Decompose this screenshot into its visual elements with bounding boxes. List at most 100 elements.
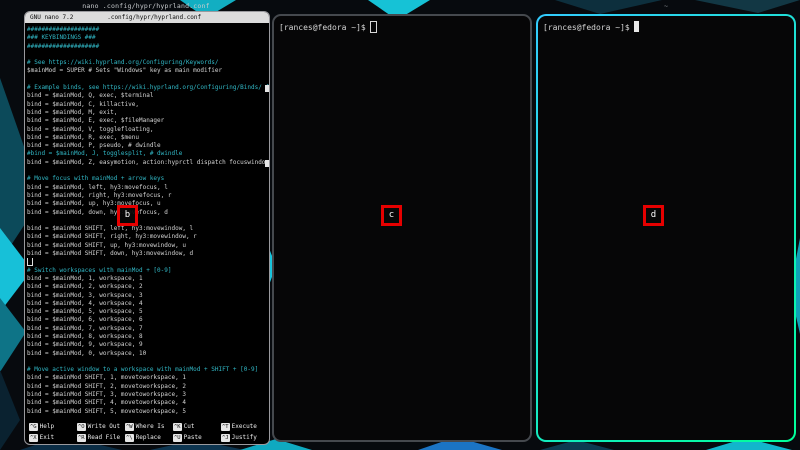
nano-line: #################### [27,26,100,33]
nano-line: bind = $mainMod SHIFT, down, hy3:movewin… [27,250,194,258]
window-hint-b[interactable]: b [117,205,138,226]
prompt-line: [rances@fedora ~]$ [274,16,530,33]
nano-line: bind = $mainMod, down, hy3:movefocus, d [27,208,168,216]
nano-line: bind = $mainMod, 2, workspace, 2 [27,283,143,291]
nano-line: bind = $mainMod SHIFT, 1, movetoworkspac… [27,374,186,382]
right-terminal-border: [rances@fedora ~]$ [536,14,796,442]
nano-shortcut: ^O Write Out [77,422,125,432]
nano-line: #################### [27,42,100,50]
shortcut-key: ^X [29,433,38,442]
nano-line: bind = $mainMod, C, killactive, [27,100,139,108]
shortcut-key: ^K [173,422,182,431]
nano-line: bind = $mainMod, 9, workspace, 9 [27,341,143,349]
nano-line: bind = $mainMod, 5, workspace, 5 [27,308,143,316]
line-overflow-marker [265,159,269,167]
nano-line: bind = $mainMod, 8, workspace, 8 [27,332,143,340]
nano-cursor [27,258,33,267]
nano-line [27,167,269,175]
nano-line: bind = $mainMod SHIFT, left, hy3:movewin… [27,225,194,233]
nano-line: $mainMod = SUPER # Sets "Windows" key as… [27,67,223,75]
nano-line: # Example binds, see https://wiki.hyprla… [27,84,269,93]
nano-line: bind = $mainMod, right, hy3:movefocus, r [27,191,172,199]
shortcut-label: Replace [135,434,161,441]
nano-line: bind = $mainMod, 3, workspace, 3 [27,291,143,299]
shortcut-label: Justify [231,434,257,441]
nano-window-title: nano .config/hypr/hyprland.conf [82,2,210,10]
window-hint-d[interactable]: d [643,205,664,226]
text-cursor-hollow [369,20,377,33]
nano-header-spacer [235,12,269,23]
shortcut-label: Write Out [87,423,121,430]
nano-line: # See https://wiki.hyprland.org/Configur… [27,59,219,67]
nano-line: bind = $mainMod, 0, workspace, 10 [27,349,147,357]
shortcut-key: ^R [77,433,86,442]
nano-line: bind = $mainMod SHIFT, 3, movetoworkspac… [27,391,186,399]
nano-line: bind = $mainMod SHIFT, 2, movetoworkspac… [27,382,186,390]
nano-shortcut: ^G Help [29,422,77,432]
window-hint-c[interactable]: c [381,205,402,226]
nano-shortcut: ^J Justify [221,433,269,443]
nano-shortcut: ^\ Replace [125,433,173,443]
nano-shortcut: ^W Where Is [125,422,173,432]
nano-line: bind = $mainMod, 7, workspace, 7 [27,324,143,332]
right-terminal-window-title: ~ [663,2,669,10]
nano-line [27,217,269,225]
nano-line: # Switch workspaces with mainMod + [0-9] [27,266,172,274]
shortcut-key: ^J [221,433,230,442]
nano-line: # Move focus with mainMod + arrow keys [27,175,165,183]
nano-line: ### KEYBINDINGS ### [27,34,96,42]
shortcut-label: Cut [183,423,195,430]
nano-shortcut: ^K Cut [173,422,221,432]
nano-line: bind = $mainMod, 4, workspace, 4 [27,299,143,307]
shell-prompt: [rances@fedora ~]$ [279,23,366,32]
nano-filename: .config/hypr/hyprland.conf [107,14,202,21]
nano-line [27,76,269,84]
nano-shortcut: ^R Read File [77,433,125,443]
nano-line: bind = $mainMod, 1, workspace, 1 [27,274,143,282]
shortcut-label: Exit [39,434,55,441]
nano-line: bind = $mainMod, E, exec, $fileManager [27,117,165,125]
nano-line: bind = $mainMod SHIFT, right, hy3:movewi… [27,233,197,241]
nano-header-bar: GNU nano 7.2 .config/hypr/hyprland.conf [25,12,269,23]
shortcut-key: ^\ [125,433,134,442]
nano-shortcut: ^U Paste [173,433,221,443]
line-overflow-marker [265,85,269,93]
nano-line [27,358,269,366]
nano-line: #bind = $mainMod, J, togglesplit, # dwin… [27,150,183,158]
middle-terminal-window[interactable]: [rances@fedora ~]$ [272,14,532,442]
nano-editor-body[interactable]: #################### ### KEYBINDINGS ### #… [25,23,269,421]
shortcut-key: ^W [125,422,134,431]
shortcut-key: ^O [77,422,86,431]
nano-line: bind = $mainMod, P, pseudo, # dwindle [27,142,161,150]
shell-prompt: [rances@fedora ~]$ [543,23,630,32]
nano-line: bind = $mainMod, R, exec, $menu [27,133,139,141]
nano-line: bind = $mainMod, M, exit, [27,108,118,116]
shortcut-label: Help [39,423,55,430]
nano-line: bind = $mainMod, 6, workspace, 6 [27,316,143,324]
nano-line: # Move active window to a workspace with… [27,366,259,374]
shortcut-key: ^G [29,422,38,431]
shortcut-label: Paste [183,434,202,441]
nano-line: bind = $mainMod SHIFT, 5, movetoworkspac… [27,407,186,415]
nano-line: bind = $mainMod SHIFT, 4, movetoworkspac… [27,399,186,407]
right-terminal-window[interactable]: [rances@fedora ~]$ [538,16,794,440]
nano-line [27,51,269,59]
nano-line: bind = $mainMod, left, hy3:movefocus, l [27,183,168,191]
nano-line: bind = $mainMod, Z, easymotion, action:h… [27,158,269,167]
shortcut-key: ^U [173,433,182,442]
nano-line: bind = $mainMod, up, hy3:movefocus, u [27,200,161,208]
shortcut-label: Read File [87,434,121,441]
shortcut-key: ^T [221,422,230,431]
nano-line: bind = $mainMod, Q, exec, $terminal [27,92,154,100]
shortcut-label: Where Is [135,423,165,430]
nano-shortcut: ^T Execute [221,422,269,432]
nano-window[interactable]: GNU nano 7.2 .config/hypr/hyprland.conf … [24,11,270,445]
nano-shortcut: ^X Exit [29,433,77,443]
nano-line: bind = $mainMod, V, togglefloating, [27,125,154,133]
text-cursor-solid [633,21,639,32]
nano-shortcut-bar: ^G Help ^X Exit ^O Write Out ^R Read File ^W Wher… [25,421,269,444]
desktop: nano .config/hypr/hyprland.conf ~ GNU na… [0,0,800,450]
prompt-line: [rances@fedora ~]$ [538,16,794,33]
shortcut-label: Execute [231,423,257,430]
nano-line [27,258,269,267]
